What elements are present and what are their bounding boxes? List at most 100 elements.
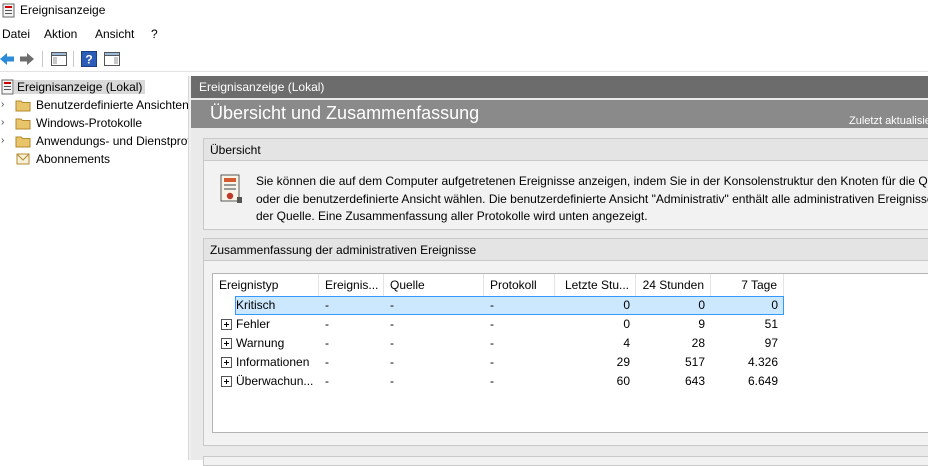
cell-ereignis-id: - bbox=[325, 336, 329, 350]
back-arrow-icon[interactable] bbox=[0, 50, 16, 68]
show-hide-action-pane-icon[interactable] bbox=[103, 50, 121, 68]
menu-help[interactable]: ? bbox=[149, 27, 160, 41]
console-tree: Ereignisanzeige (Lokal) › Benutzerdefini… bbox=[0, 76, 188, 460]
column-header-quelle[interactable]: Quelle bbox=[384, 274, 484, 296]
tree-item-windows-protokolle[interactable]: › Windows-Protokolle bbox=[0, 114, 188, 132]
cell-ereignis-id: - bbox=[325, 317, 329, 331]
cell-quelle: - bbox=[390, 355, 394, 369]
banner-title: Übersicht und Zusammenfassung bbox=[210, 103, 480, 123]
cell-ereignistyp: Informationen bbox=[236, 355, 310, 369]
column-header-7-tage[interactable]: 7 Tage bbox=[711, 274, 784, 296]
cell-ereignis-id: - bbox=[325, 298, 329, 312]
column-header-letzte-stunde[interactable]: Letzte Stu... bbox=[555, 274, 636, 296]
overview-line: Sie können die auf dem Computer aufgetre… bbox=[256, 174, 928, 188]
overview-heading: Übersicht bbox=[210, 143, 261, 157]
cell-protokoll: - bbox=[490, 355, 494, 369]
tree-item-abonnements[interactable]: Abonnements bbox=[0, 150, 188, 168]
cell-ereignis-id: - bbox=[325, 355, 329, 369]
summary-section-header[interactable]: Zusammenfassung der administrativen Erei… bbox=[204, 239, 928, 261]
content-pane: Ereignisanzeige (Lokal) Übersicht und Zu… bbox=[191, 76, 928, 466]
cell-ereignistyp: Fehler bbox=[236, 317, 271, 331]
tree-item-label: Abonnements bbox=[36, 152, 111, 166]
cell-quelle: - bbox=[390, 317, 394, 331]
cell-7-tage: 6.649 bbox=[747, 374, 778, 388]
table-row-warnung[interactable]: Warnung - - - 4 28 97 bbox=[213, 334, 928, 353]
cell-24-stunden: 28 bbox=[691, 336, 705, 350]
table-row-kritisch[interactable]: Kritisch - - - 0 0 0 bbox=[213, 296, 928, 315]
cell-7-tage: 97 bbox=[764, 336, 778, 350]
tree-item-benutzerdefinierte-ansichten[interactable]: › Benutzerdefinierte Ansichten bbox=[0, 96, 188, 114]
overview-line: der Quelle. Eine Zusammenfassung aller P… bbox=[256, 209, 648, 223]
folder-icon bbox=[15, 100, 31, 112]
tree-item-ereignisanzeige-lokal[interactable]: Ereignisanzeige (Lokal) bbox=[0, 78, 188, 96]
menu-bar: Datei Aktion Ansicht ? bbox=[0, 24, 928, 44]
cell-protokoll: - bbox=[490, 317, 494, 331]
cell-7-tage: 0 bbox=[771, 298, 778, 312]
menu-ansicht[interactable]: Ansicht bbox=[93, 27, 136, 41]
overview-description: Sie können die auf dem Computer aufgetre… bbox=[256, 173, 928, 226]
cell-protokoll: - bbox=[490, 336, 494, 350]
subscription-icon bbox=[16, 153, 30, 165]
cell-protokoll: - bbox=[490, 374, 494, 388]
cell-ereignistyp: Warnung bbox=[236, 336, 285, 350]
summary-section: Zusammenfassung der administrativen Erei… bbox=[203, 238, 928, 446]
cell-quelle: - bbox=[390, 336, 394, 350]
window-title: Ereignisanzeige bbox=[20, 3, 106, 17]
pane-header-title: Ereignisanzeige (Lokal) bbox=[199, 80, 325, 94]
tree-item-label: Anwendungs- und Dienstprotokolle bbox=[36, 134, 188, 148]
cell-ereignistyp: Überwachun... bbox=[236, 374, 314, 388]
cell-letzte-stunde: 4 bbox=[623, 336, 630, 350]
toolbar-separator bbox=[73, 51, 74, 67]
menu-datei[interactable]: Datei bbox=[0, 27, 32, 41]
table-row-fehler[interactable]: Fehler - - - 0 9 51 bbox=[213, 315, 928, 334]
grid-header: Ereignistyp Ereignis... Quelle Protokoll… bbox=[213, 274, 928, 296]
menu-aktion[interactable]: Aktion bbox=[42, 27, 79, 41]
table-row-informationen[interactable]: Informationen - - - 29 517 4.326 bbox=[213, 353, 928, 372]
tree-item-label: Ereignisanzeige (Lokal) bbox=[14, 80, 146, 94]
toolbar-separator bbox=[42, 51, 43, 67]
event-log-icon bbox=[220, 174, 242, 203]
cell-24-stunden: 643 bbox=[684, 374, 705, 388]
last-refresh-label: Zuletzt aktualisiert bbox=[849, 115, 928, 127]
cell-letzte-stunde: 60 bbox=[616, 374, 630, 388]
summary-grid: Ereignistyp Ereignis... Quelle Protokoll… bbox=[212, 273, 928, 433]
column-header-protokoll[interactable]: Protokoll bbox=[484, 274, 555, 296]
folder-icon bbox=[15, 118, 31, 130]
forward-arrow-icon[interactable] bbox=[18, 50, 36, 68]
column-header-ereignis-id[interactable]: Ereignis... bbox=[319, 274, 384, 296]
cell-ereignis-id: - bbox=[325, 374, 329, 388]
folder-icon bbox=[15, 136, 31, 148]
svg-text:?: ? bbox=[85, 53, 92, 67]
overview-line: oder die benutzerdefinierte Ansicht wähl… bbox=[256, 191, 928, 206]
tree-item-label: Benutzerdefinierte Ansichten bbox=[36, 98, 188, 112]
expand-chevron-icon[interactable]: › bbox=[1, 135, 11, 147]
expand-chevron-icon[interactable]: › bbox=[1, 99, 11, 111]
pane-header: Ereignisanzeige (Lokal) bbox=[191, 76, 928, 98]
column-header-ereignistyp[interactable]: Ereignistyp bbox=[213, 274, 319, 296]
cell-protokoll: - bbox=[490, 298, 494, 312]
toolbar: ? bbox=[0, 46, 928, 72]
event-viewer-app-icon bbox=[2, 3, 15, 18]
cell-24-stunden: 0 bbox=[698, 298, 705, 312]
table-row-ueberwachung[interactable]: Überwachun... - - - 60 643 6.649 bbox=[213, 372, 928, 391]
title-bar: Ereignisanzeige bbox=[0, 0, 928, 22]
cell-letzte-stunde: 0 bbox=[623, 298, 630, 312]
summary-heading: Zusammenfassung der administrativen Erei… bbox=[210, 243, 477, 257]
expand-chevron-icon[interactable]: › bbox=[1, 117, 11, 129]
show-hide-console-tree-icon[interactable] bbox=[50, 50, 68, 68]
cell-quelle: - bbox=[390, 374, 394, 388]
help-icon[interactable]: ? bbox=[80, 50, 98, 68]
cell-7-tage: 4.326 bbox=[747, 355, 778, 369]
overview-section: Übersicht Sie können die auf dem Compute… bbox=[203, 138, 928, 230]
tree-item-label: Windows-Protokolle bbox=[36, 116, 143, 130]
column-header-24-stunden[interactable]: 24 Stunden bbox=[636, 274, 711, 296]
cell-24-stunden: 9 bbox=[698, 317, 705, 331]
cell-24-stunden: 517 bbox=[684, 355, 705, 369]
cell-letzte-stunde: 0 bbox=[623, 317, 630, 331]
tree-item-anwendungs-und-dienstprotokolle[interactable]: › Anwendungs- und Dienstprotokolle bbox=[0, 132, 188, 150]
overview-section-header[interactable]: Übersicht bbox=[204, 139, 928, 161]
overview-banner: Übersicht und Zusammenfassung Zuletzt ak… bbox=[191, 100, 928, 128]
cell-ereignistyp: Kritisch bbox=[236, 298, 276, 312]
cell-7-tage: 51 bbox=[764, 317, 778, 331]
next-section bbox=[203, 456, 928, 466]
